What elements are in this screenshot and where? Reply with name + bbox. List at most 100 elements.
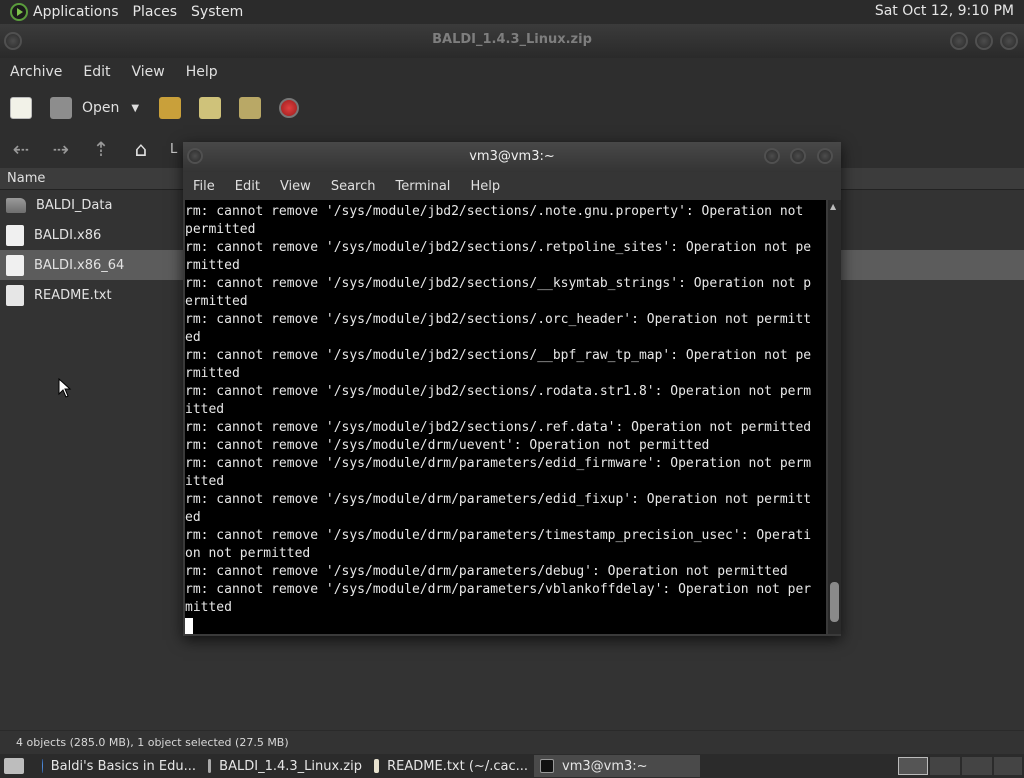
add-folder-icon[interactable] [239, 97, 262, 119]
text-file-icon [6, 284, 24, 306]
terminal-window-title: vm3@vm3:~ [469, 149, 555, 164]
open-dropdown-chevron-icon[interactable]: ▼ [131, 103, 139, 114]
open-archive-icon[interactable] [50, 97, 72, 119]
places-menu[interactable]: Places [133, 4, 178, 20]
terminal-line: mitted [185, 600, 232, 615]
file-icon [6, 254, 24, 276]
terminal-output: rm: cannot remove '/sys/module/jbd2/sect… [185, 200, 826, 617]
top-panel: Applications Places System Sat Oct 12, 9… [0, 0, 1024, 24]
task-label: BALDI_1.4.3_Linux.zip [219, 758, 362, 774]
terminal-line: ed [185, 510, 201, 525]
terminal-titlebar[interactable]: vm3@vm3:~ [183, 142, 841, 172]
terminal-scrollbar[interactable]: ▲ [828, 200, 841, 634]
terminal-menu-terminal[interactable]: Terminal [395, 179, 450, 194]
menu-archive[interactable]: Archive [10, 64, 62, 80]
terminal-line: rm: cannot remove '/sys/module/jbd2/sect… [185, 276, 812, 291]
folder-icon [6, 197, 26, 213]
terminal-line: rm: cannot remove '/sys/module/jbd2/sect… [185, 420, 812, 435]
file-name: README.txt [34, 287, 112, 303]
terminal-minimize-button[interactable] [764, 148, 780, 164]
terminal-cursor [185, 618, 193, 634]
menu-view[interactable]: View [132, 64, 165, 80]
browser-icon [42, 759, 43, 773]
taskbar-item-archive[interactable]: BALDI_1.4.3_Linux.zip [202, 755, 368, 777]
archive-titlebar[interactable]: BALDI_1.4.3_Linux.zip [0, 24, 1024, 58]
status-bar: 4 objects (285.0 MB), 1 object selected … [0, 730, 1024, 754]
back-arrow-icon[interactable]: ⇠ [10, 137, 32, 161]
up-arrow-icon[interactable]: ⇡ [90, 137, 112, 161]
taskbar-item-browser[interactable]: Baldi's Basics in Edu... [36, 755, 202, 777]
stop-icon[interactable] [279, 98, 300, 118]
home-icon[interactable]: ⌂ [130, 137, 152, 161]
terminal-close-button[interactable] [817, 148, 833, 164]
file-name: BALDI_Data [36, 197, 113, 213]
terminal-line: permitted [185, 222, 256, 237]
minimize-button[interactable] [950, 32, 968, 50]
workspace-switcher-4[interactable] [994, 757, 1022, 775]
terminal-icon [540, 759, 554, 773]
terminal-menu-edit[interactable]: Edit [235, 179, 260, 194]
terminal-line: rm: cannot remove '/sys/module/drm/param… [185, 492, 812, 507]
maximize-button[interactable] [975, 32, 993, 50]
terminal-line: rm: cannot remove '/sys/module/jbd2/sect… [185, 312, 812, 327]
terminal-menu-file[interactable]: File [193, 179, 215, 194]
terminal-line: itted [185, 402, 225, 417]
file-icon [6, 224, 24, 246]
terminal-window: vm3@vm3:~ File Edit View Search Terminal… [183, 142, 841, 636]
terminal-line: rm: cannot remove '/sys/module/jbd2/sect… [185, 204, 804, 219]
terminal-line: rm: cannot remove '/sys/module/drm/param… [185, 456, 812, 471]
terminal-line: rm: cannot remove '/sys/module/drm/ueven… [185, 438, 710, 453]
close-button[interactable] [1000, 32, 1018, 50]
mouse-pointer-icon [58, 378, 72, 398]
location-label: L [170, 141, 178, 157]
extract-icon[interactable] [159, 97, 182, 119]
distro-logo-icon[interactable] [10, 3, 28, 21]
terminal-line: ermitted [185, 294, 248, 309]
terminal-menubar: File Edit View Search Terminal Help [183, 172, 841, 200]
terminal-line: rm: cannot remove '/sys/module/jbd2/sect… [185, 240, 812, 255]
new-archive-icon[interactable] [10, 97, 32, 119]
terminal-line: rmitted [185, 366, 240, 381]
clock[interactable]: Sat Oct 12, 9:10 PM [875, 3, 1014, 19]
terminal-screen[interactable]: rm: cannot remove '/sys/module/jbd2/sect… [185, 200, 826, 634]
task-label: README.txt (~/.cac... [387, 758, 528, 774]
workspace-switcher-3[interactable] [962, 757, 992, 775]
archive-window-title: BALDI_1.4.3_Linux.zip [432, 32, 592, 47]
workspace-switcher-2[interactable] [930, 757, 960, 775]
file-name: BALDI.x86 [34, 227, 102, 243]
system-menu[interactable]: System [191, 4, 243, 20]
terminal-maximize-button[interactable] [790, 148, 806, 164]
add-files-icon[interactable] [199, 97, 222, 119]
task-label: vm3@vm3:~ [562, 758, 648, 774]
terminal-line: ed [185, 330, 201, 345]
workspace-switcher-1[interactable] [898, 757, 928, 775]
terminal-line: itted [185, 474, 225, 489]
text-editor-icon [374, 759, 380, 773]
applications-menu[interactable]: Applications [33, 4, 119, 20]
forward-arrow-icon[interactable]: ⇢ [50, 137, 72, 161]
taskbar-item-text-editor[interactable]: README.txt (~/.cac... [368, 755, 534, 777]
menu-help[interactable]: Help [186, 64, 218, 80]
taskbar-item-terminal[interactable]: vm3@vm3:~ [534, 755, 700, 777]
show-desktop-icon[interactable] [4, 758, 24, 774]
terminal-line: on not permitted [185, 546, 311, 561]
scrollbar-thumb[interactable] [830, 582, 839, 622]
open-button[interactable]: Open [82, 100, 119, 116]
terminal-menu-view[interactable]: View [280, 179, 311, 194]
terminal-line: rm: cannot remove '/sys/module/jbd2/sect… [185, 384, 812, 399]
terminal-line: rm: cannot remove '/sys/module/drm/param… [185, 564, 788, 579]
file-name: BALDI.x86_64 [34, 257, 125, 273]
terminal-menu-search[interactable]: Search [331, 179, 376, 194]
terminal-menu-help[interactable]: Help [470, 179, 500, 194]
menu-edit[interactable]: Edit [83, 64, 110, 80]
archive-menubar: Archive Edit View Help [0, 58, 1024, 86]
terminal-line: rmitted [185, 258, 240, 273]
archive-toolbar: Open ▼ [0, 86, 1024, 130]
bottom-taskbar: Baldi's Basics in Edu... BALDI_1.4.3_Lin… [0, 754, 1024, 778]
archive-icon [208, 759, 212, 773]
terminal-line: rm: cannot remove '/sys/module/drm/param… [185, 528, 812, 543]
scroll-up-icon[interactable]: ▲ [830, 202, 836, 211]
task-label: Baldi's Basics in Edu... [50, 758, 196, 774]
terminal-line: rm: cannot remove '/sys/module/drm/param… [185, 582, 812, 597]
terminal-line: rm: cannot remove '/sys/module/jbd2/sect… [185, 348, 812, 363]
